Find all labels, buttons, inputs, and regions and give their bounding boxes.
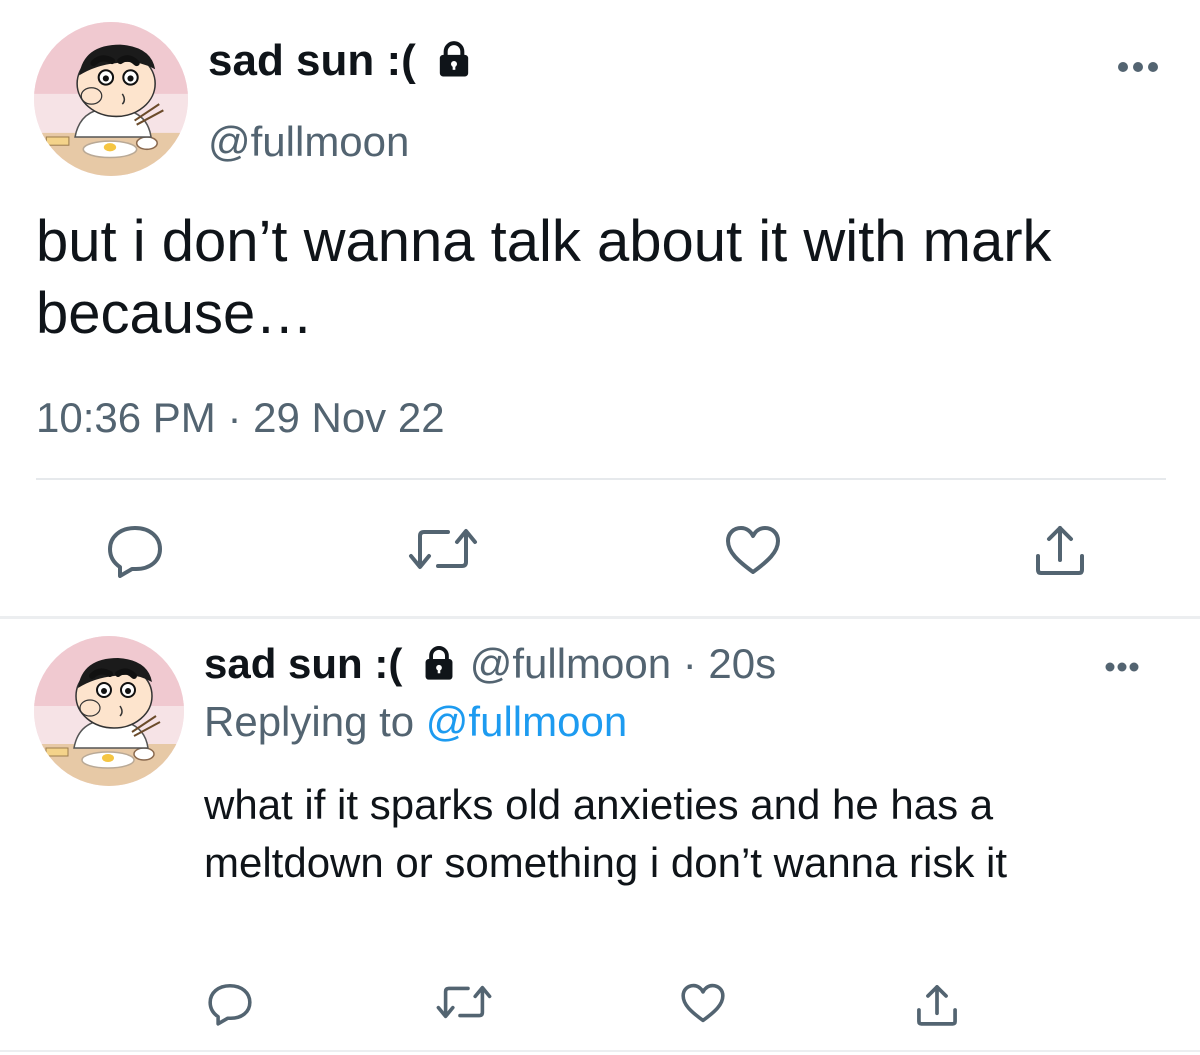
tweet-timestamp[interactable]: 10:36 PM · 29 Nov 22	[36, 394, 445, 442]
handle: @fullmoon	[469, 640, 672, 687]
tweet-thread: sad sun :( @fullmoon but i don’t wanna t…	[0, 0, 1200, 1055]
meta-separator: ·	[671, 640, 709, 687]
tweet-date: 29 Nov 22	[253, 394, 445, 441]
replying-prefix: Replying to	[204, 698, 426, 745]
reply-header[interactable]: sad sun :( @fullmoon · 20s	[204, 640, 776, 692]
replying-to: Replying to @fullmoon	[204, 698, 627, 746]
retweet-icon[interactable]	[408, 524, 478, 579]
divider	[36, 478, 1166, 480]
lock-icon	[420, 644, 458, 692]
section-divider	[0, 616, 1200, 619]
cartoon-avatar-icon	[34, 636, 184, 786]
timestamp-separator: ·	[215, 394, 254, 441]
display-name[interactable]: sad sun :(	[208, 36, 474, 90]
lock-icon	[434, 39, 474, 90]
reply-icon[interactable]	[106, 524, 164, 583]
share-icon[interactable]	[1032, 522, 1088, 583]
display-name-text: sad sun :(	[208, 36, 416, 85]
bottom-divider	[0, 1050, 1200, 1052]
avatar[interactable]	[34, 22, 188, 176]
share-icon[interactable]	[914, 982, 960, 1033]
reply-icon[interactable]	[207, 982, 253, 1031]
display-name: sad sun :(	[204, 640, 403, 687]
handle[interactable]: @fullmoon	[208, 118, 409, 166]
heart-icon[interactable]	[680, 982, 726, 1029]
replying-mention-link[interactable]: @fullmoon	[426, 698, 627, 745]
main-tweet: sad sun :( @fullmoon but i don’t wanna t…	[0, 0, 1200, 618]
tweet-text: what if it sparks old anxieties and he h…	[204, 781, 1008, 886]
tweet-time: 10:36 PM	[36, 394, 216, 441]
heart-icon[interactable]	[724, 524, 782, 581]
tweet-text: but i don’t wanna talk about it with mar…	[36, 209, 1052, 346]
avatar[interactable]	[34, 636, 184, 786]
tweet-age: 20s	[708, 640, 777, 687]
retweet-icon[interactable]	[436, 982, 492, 1027]
cartoon-avatar-icon	[34, 22, 188, 176]
more-dots-icon[interactable]	[1104, 660, 1140, 678]
more-dots-icon[interactable]	[1116, 60, 1160, 79]
